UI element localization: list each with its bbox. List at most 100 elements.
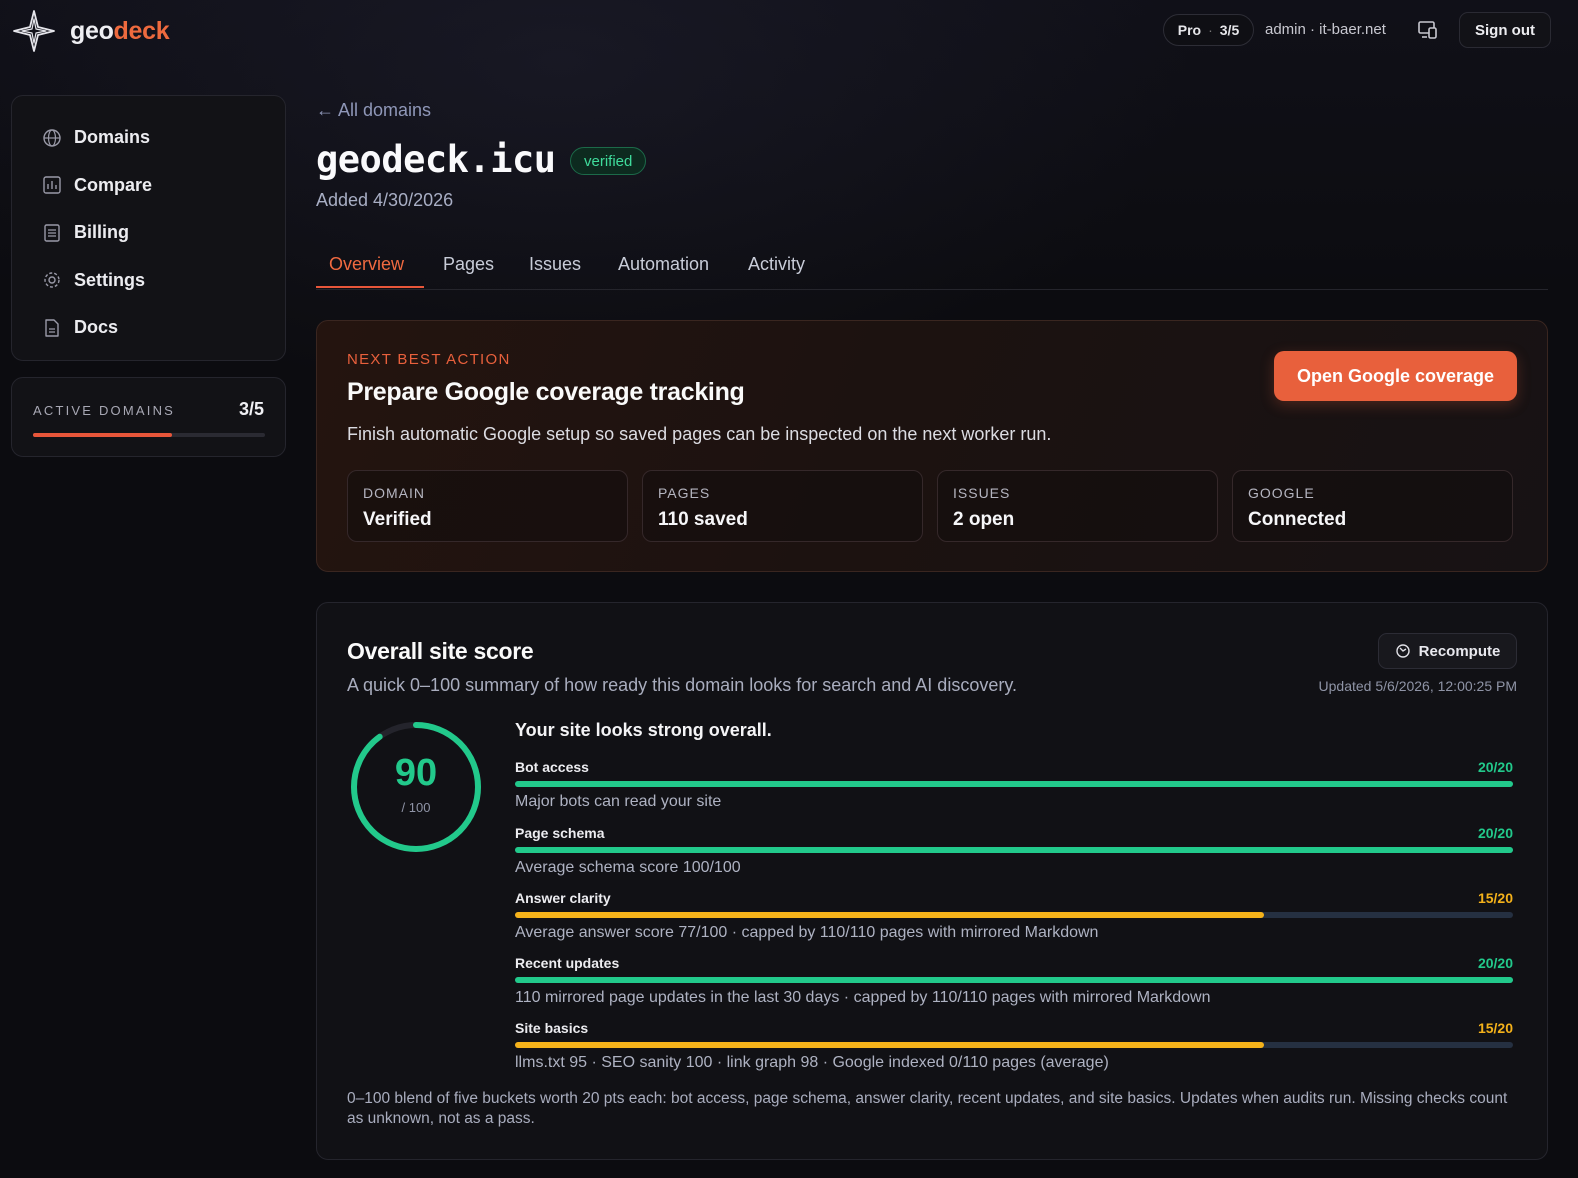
sidebar-item-label: Compare [74, 174, 153, 195]
sidebar-item-settings[interactable]: Settings [12, 257, 285, 305]
sidebar-item-label: Domains [74, 127, 151, 148]
bucket-name: Site basics [515, 1020, 589, 1036]
bucket-points: 15/20 [1477, 890, 1513, 906]
bucket-note: llms.txt 95 · SEO sanity 100 · link grap… [515, 1054, 1109, 1071]
bucket-points: 15/20 [1477, 1020, 1513, 1036]
tab-overview[interactable]: Overview [329, 254, 404, 275]
tab-activity[interactable]: Activity [748, 254, 805, 275]
stat-issues: ISSUES 2 open [937, 470, 1218, 542]
bucket-progress-fill [515, 1042, 1264, 1048]
plan-name: Pro [1177, 22, 1202, 38]
card-title: Prepare Google coverage tracking [347, 378, 745, 406]
card-description: A quick 0–100 summary of how ready this … [347, 675, 1017, 695]
bucket-site-basics: Site basics 15/20 llms.txt 95 · SEO sani… [515, 1020, 1513, 1080]
bucket-name: Page schema [515, 825, 605, 841]
active-domains-progress-fill [33, 433, 173, 437]
recompute-button[interactable]: Recompute [1378, 633, 1517, 669]
bucket-name: Answer clarity [515, 890, 611, 906]
sidebar-item-label: Docs [74, 317, 119, 338]
display-toggle-button[interactable] [1415, 17, 1441, 43]
card-kicker: NEXT BEST ACTION [347, 351, 511, 368]
score-denominator: / 100 [401, 800, 431, 815]
active-tab-indicator [316, 286, 424, 288]
bucket-note: Average answer score 77/100 · capped by … [515, 924, 1099, 941]
active-domains-count: 3/5 [238, 399, 264, 419]
bucket-name: Bot access [515, 759, 589, 775]
bucket-progress-fill [515, 781, 1513, 787]
bucket-note: 110 mirrored page updates in the last 30… [515, 989, 1211, 1006]
stat-label: ISSUES [953, 485, 1011, 501]
stat-value: 2 open [953, 509, 1015, 530]
sidebar-item-label: Settings [74, 269, 146, 290]
active-domains-label: ACTIVE DOMAINS [33, 403, 176, 418]
bucket-progress [515, 847, 1513, 853]
plan-usage: 3/5 [1219, 22, 1240, 38]
stat-label: GOOGLE [1248, 485, 1315, 501]
document-icon [45, 319, 59, 337]
chart-icon [43, 176, 61, 194]
stat-value: 110 saved [658, 509, 748, 530]
stat-value: Connected [1248, 509, 1347, 530]
bucket-progress [515, 1042, 1513, 1048]
brand-name: geodeck [70, 16, 170, 45]
active-domains-card: ACTIVE DOMAINS 3/5 [11, 377, 286, 457]
refresh-icon [1395, 644, 1410, 658]
page-title: geodeck.icu [316, 138, 556, 181]
bucket-points: 20/20 [1477, 955, 1513, 971]
sidebar-item-billing[interactable]: Billing [12, 209, 285, 257]
tab-bar: Overview Pages Issues Automation Activit… [316, 244, 1548, 290]
compass-star-icon [13, 10, 55, 52]
score-footnote: 0–100 blend of five buckets worth 20 pts… [347, 1090, 1508, 1127]
bucket-points: 20/20 [1477, 825, 1513, 841]
gear-icon [44, 272, 60, 288]
active-domains-progress [33, 433, 265, 437]
tab-issues[interactable]: Issues [529, 254, 581, 275]
tab-automation[interactable]: Automation [618, 254, 709, 275]
bucket-progress [515, 912, 1513, 918]
bucket-name: Recent updates [515, 955, 620, 971]
stat-pages: PAGES 110 saved [642, 470, 923, 542]
bucket-progress [515, 781, 1513, 787]
sidebar: Domains Compare Billing Settings Docs [11, 95, 286, 361]
top-bar: geodeck Pro · 3/5 admin · it-baer.net Si… [0, 0, 1578, 62]
globe-icon [43, 129, 61, 147]
status-badge: verified [570, 147, 647, 175]
bucket-progress-fill [515, 912, 1264, 918]
stat-google: GOOGLE Connected [1232, 470, 1513, 542]
card-description: Finish automatic Google setup so saved p… [347, 424, 1052, 444]
account-label: admin · it-baer.net [1265, 21, 1386, 38]
stat-label: DOMAIN [363, 485, 425, 501]
sidebar-item-domains[interactable]: Domains [12, 114, 285, 162]
bucket-note: Average schema score 100/100 [515, 859, 741, 876]
sign-out-button[interactable]: Sign out [1459, 12, 1551, 48]
bucket-progress-fill [515, 847, 1513, 853]
bucket-points: 20/20 [1477, 759, 1513, 775]
updated-timestamp: Updated 5/6/2026, 12:00:25 PM [1318, 678, 1517, 694]
stat-domain: DOMAIN Verified [347, 470, 628, 542]
tab-pages[interactable]: Pages [443, 254, 494, 275]
card-title: Overall site score [347, 638, 534, 664]
bucket-recent-updates: Recent updates 20/20 110 mirrored page u… [515, 955, 1513, 1015]
monitor-icon [1418, 21, 1437, 39]
stat-label: PAGES [658, 485, 711, 501]
bucket-page-schema: Page schema 20/20 Average schema score 1… [515, 825, 1513, 885]
bucket-note: Major bots can read your site [515, 793, 722, 810]
plan-badge[interactable]: Pro · 3/5 [1163, 14, 1254, 46]
next-best-action-card: NEXT BEST ACTION Prepare Google coverage… [316, 320, 1548, 572]
added-date: Added 4/30/2026 [316, 190, 454, 210]
score-gauge: 90 / 100 [349, 720, 483, 854]
receipt-icon [44, 224, 60, 242]
score-summary: Your site looks strong overall. [515, 720, 772, 740]
bucket-progress [515, 977, 1513, 983]
sidebar-item-compare[interactable]: Compare [12, 162, 285, 210]
stat-value: Verified [363, 509, 432, 530]
recompute-label: Recompute [1418, 642, 1501, 660]
sidebar-item-label: Billing [74, 222, 129, 243]
open-google-coverage-button[interactable]: Open Google coverage [1274, 351, 1517, 401]
back-to-domains-link[interactable]: ← All domains [316, 100, 431, 121]
plan-separator: · [1208, 22, 1213, 38]
site-score-card: Overall site score A quick 0–100 summary… [316, 602, 1548, 1160]
sidebar-item-docs[interactable]: Docs [12, 304, 285, 352]
score-value: 90 [394, 752, 438, 794]
brand-logo[interactable]: geodeck [12, 9, 170, 53]
